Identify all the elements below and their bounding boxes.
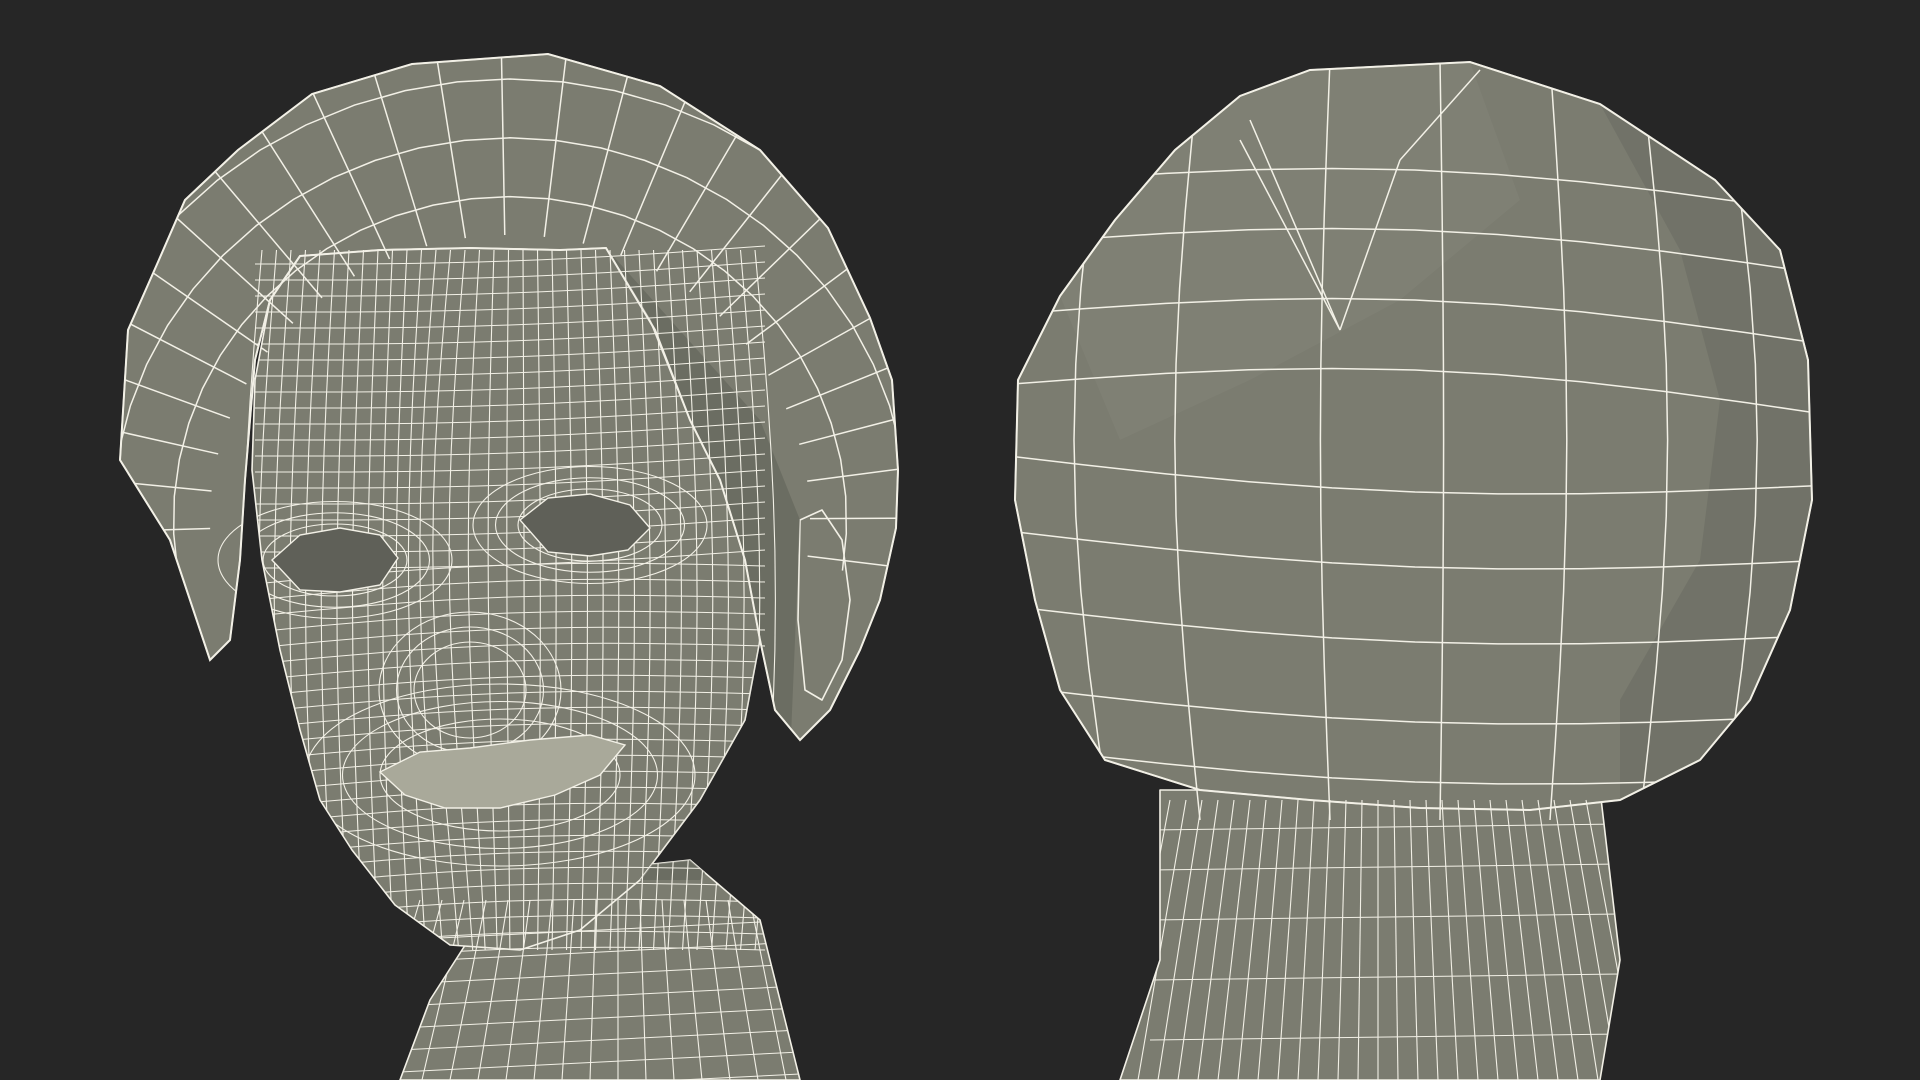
front-neck-wire-vertical — [815, 899, 871, 1080]
back-neck-surface — [1119, 789, 1621, 1080]
head-front-model — [118, 52, 900, 1080]
render-canvas — [118, 52, 1814, 1080]
head-back-model — [1013, 60, 1814, 1080]
front-neck-wire-vertical — [793, 899, 843, 1080]
viewport — [0, 0, 1920, 1080]
front-hair-wire-radial — [809, 516, 898, 520]
